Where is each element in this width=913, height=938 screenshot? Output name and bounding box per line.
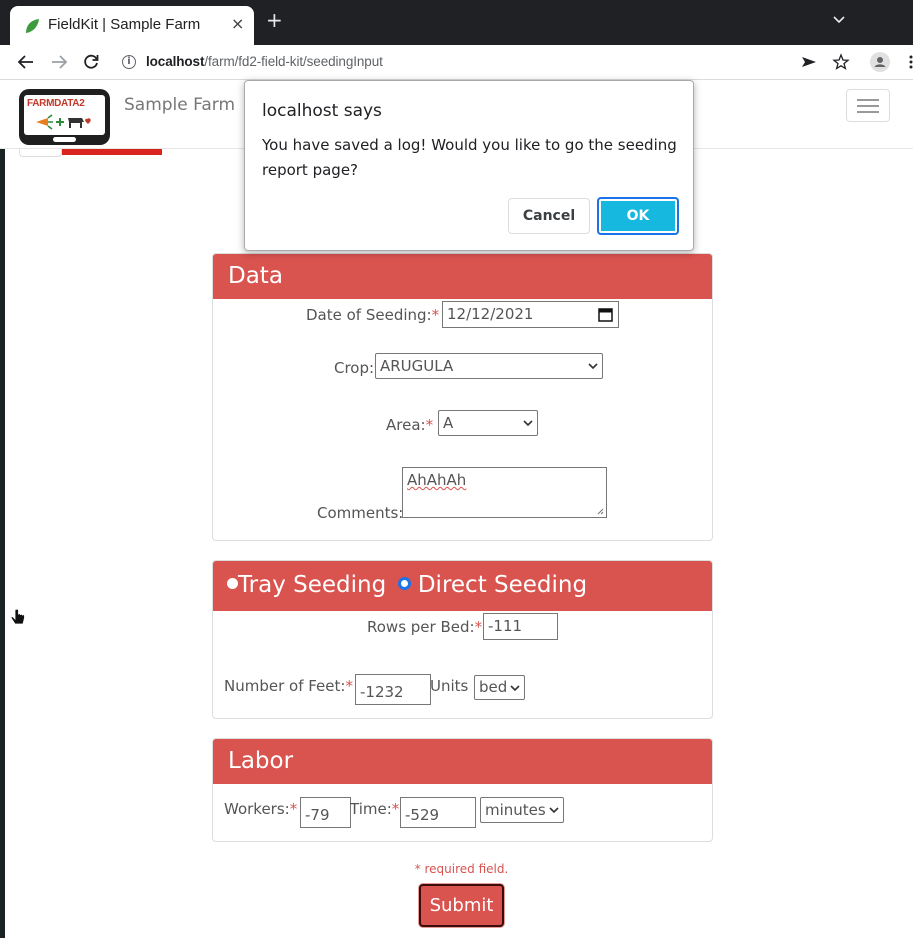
date-value: 12/12/2021 <box>447 305 534 323</box>
number-of-feet-input[interactable]: -1232 <box>355 674 431 705</box>
labor-panel-title: Labor <box>213 739 712 784</box>
required-asterisk: * <box>345 677 353 695</box>
new-tab-button[interactable]: + <box>266 10 283 30</box>
rows-per-bed-label: Rows per Bed: <box>367 618 475 636</box>
bookmark-star-icon[interactable] <box>832 53 850 71</box>
send-icon[interactable] <box>800 53 818 71</box>
left-window-edge <box>0 149 5 938</box>
workers-value: -79 <box>305 806 330 824</box>
seeding-type-header: Tray Seeding Direct Seeding <box>213 561 712 611</box>
farm-animals-icon <box>36 114 91 130</box>
area-label: Area: <box>386 416 426 434</box>
date-of-seeding-input[interactable]: 12/12/2021 <box>442 301 619 328</box>
tray-seeding-label[interactable]: Tray Seeding <box>238 572 386 598</box>
tray-seeding-radio[interactable] <box>227 578 238 589</box>
required-field-note: * required field. <box>414 862 509 876</box>
time-input[interactable]: -529 <box>400 797 476 828</box>
rows-per-bed-input[interactable]: -111 <box>483 613 558 640</box>
direct-seeding-radio[interactable] <box>397 577 411 590</box>
number-of-feet-label: Number of Feet: <box>224 677 346 695</box>
chevron-down-icon <box>510 685 520 692</box>
back-arrow-icon[interactable] <box>17 53 35 71</box>
farmdata2-logo[interactable]: FARMDATA2 <box>19 89 110 145</box>
area-select[interactable]: A <box>438 410 538 436</box>
alert-dialog: localhost says You have saved a log! Wou… <box>244 80 694 251</box>
workers-input[interactable]: -79 <box>300 797 351 828</box>
browser-toolbar: i localhost/farm/fd2-field-kit/seedingIn… <box>0 45 913 80</box>
leaf-icon <box>26 19 39 33</box>
tab-close-icon[interactable]: × <box>231 14 244 33</box>
data-panel-title: Data <box>213 254 712 299</box>
chevron-down-icon <box>549 807 559 814</box>
browser-tab-strip: FieldKit | Sample Farm × + <box>0 0 913 45</box>
reload-icon[interactable] <box>82 53 100 71</box>
crop-select[interactable]: ARUGULA <box>375 353 603 379</box>
required-asterisk: * <box>391 800 400 818</box>
chevron-down-icon <box>523 420 533 427</box>
submit-button[interactable]: Submit <box>419 884 504 927</box>
time-unit-select[interactable]: minutes <box>480 797 564 823</box>
comments-value: AhAhAh <box>407 471 467 489</box>
units-label: Units <box>430 677 469 695</box>
area-value: A <box>443 414 454 432</box>
crop-value: ARUGULA <box>380 357 454 375</box>
time-label: Time: <box>350 800 392 818</box>
calendar-icon[interactable] <box>598 307 613 322</box>
workers-label: Workers: <box>224 800 290 818</box>
logo-text: FARMDATA2 <box>27 98 85 109</box>
units-value: bed <box>479 678 508 696</box>
labor-panel: Labor Workers:* -79 Time:* -529 minutes <box>212 738 713 842</box>
chevron-down-icon <box>588 363 598 370</box>
nav-tab-stub <box>19 149 62 157</box>
site-info-icon[interactable]: i <box>122 55 136 69</box>
browser-menu-icon[interactable] <box>905 53 913 71</box>
required-asterisk: * <box>425 416 434 434</box>
url-host: localhost <box>146 54 205 69</box>
crop-label: Crop: <box>334 359 375 377</box>
dialog-ok-button[interactable]: OK <box>597 197 679 235</box>
hamburger-menu-button[interactable] <box>846 89 890 122</box>
dialog-cancel-button[interactable]: Cancel <box>508 198 590 234</box>
rows-per-bed-value: -111 <box>488 617 523 635</box>
resize-handle-icon[interactable] <box>597 508 604 515</box>
required-asterisk: * <box>474 618 483 636</box>
required-asterisk: * <box>431 306 440 324</box>
forward-arrow-icon[interactable] <box>50 53 68 71</box>
time-unit-value: minutes <box>485 801 546 819</box>
tab-search-chevron-icon[interactable] <box>833 16 845 24</box>
profile-avatar-icon[interactable] <box>870 52 890 72</box>
url-path: /farm/fd2-field-kit/seedingInput <box>204 54 383 69</box>
units-select[interactable]: bed <box>474 675 525 700</box>
date-of-seeding-label: Date of Seeding: <box>306 306 432 324</box>
brand-title[interactable]: Sample Farm <box>124 95 235 115</box>
direct-seeding-label[interactable]: Direct Seeding <box>418 572 587 598</box>
dialog-message: You have saved a log! Would you like to … <box>262 136 677 179</box>
data-panel: Data Date of Seeding:* 12/12/2021 Crop:*… <box>212 253 713 541</box>
dialog-title: localhost says <box>262 101 382 121</box>
required-asterisk: * <box>289 800 298 818</box>
time-value: -529 <box>405 806 440 824</box>
address-bar[interactable]: localhost/farm/fd2-field-kit/seedingInpu… <box>146 54 383 69</box>
number-of-feet-value: -1232 <box>360 683 404 701</box>
comments-textarea[interactable]: AhAhAh <box>402 467 607 518</box>
hand-cursor-icon <box>10 609 25 625</box>
active-tab-indicator <box>62 149 162 155</box>
tab-title: FieldKit | Sample Farm <box>48 16 201 33</box>
seeding-panel: Tray Seeding Direct Seeding Rows per Bed… <box>212 560 713 719</box>
comments-label: Comments: <box>317 504 404 522</box>
browser-tab[interactable]: FieldKit | Sample Farm × <box>10 6 254 45</box>
